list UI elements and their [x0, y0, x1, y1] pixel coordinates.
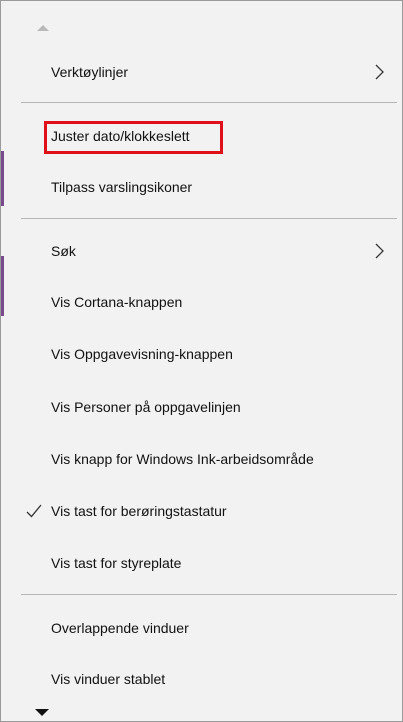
highlight-box [44, 121, 223, 154]
menu-item-show-windows-stacked[interactable]: Vis vinduer stablet [1, 659, 402, 699]
taskbar-context-menu: Verktøylinjer Juster dato/klokkeslett Ti… [0, 0, 403, 722]
menu-item-label: Vis tast for berøringstastatur [51, 503, 227, 519]
menu-item-label: Vis tast for styreplate [51, 555, 182, 571]
menu-item-customize-notification-icons[interactable]: Tilpass varslingsikoner [1, 167, 402, 207]
menu-item-label: Verktøylinjer [51, 64, 129, 80]
menu-item-show-people-on-taskbar[interactable]: Vis Personer på oppgavelinjen [1, 387, 402, 427]
menu-item-show-touchpad-button[interactable]: Vis tast for styreplate [1, 543, 402, 583]
chevron-right-icon [375, 64, 384, 80]
menu-item-label: Tilpass varslingsikoner [51, 179, 193, 195]
checkmark-icon [26, 504, 42, 518]
scroll-down-arrow-icon[interactable] [35, 709, 49, 716]
menu-item-label: Vis Oppgavevisning-knappen [51, 346, 233, 362]
menu-item-show-windows-ink-button[interactable]: Vis knapp for Windows Ink-arbeidsområde [1, 439, 402, 479]
menu-item-label: Vis Cortana-knappen [51, 294, 183, 310]
menu-item-show-touch-keyboard-button[interactable]: Vis tast for berøringstastatur [1, 491, 402, 531]
menu-item-search[interactable]: Søk [1, 231, 402, 271]
menu-item-show-cortana-button[interactable]: Vis Cortana-knappen [1, 282, 402, 322]
menu-item-label: Vis vinduer stablet [51, 671, 166, 687]
scroll-up-arrow-icon[interactable] [37, 25, 49, 31]
menu-item-label: Vis Personer på oppgavelinjen [51, 399, 241, 415]
menu-item-label: Vis knapp for Windows Ink-arbeidsområde [51, 451, 314, 467]
menu-separator [21, 218, 397, 219]
menu-separator [21, 102, 397, 103]
menu-item-label: Søk [51, 243, 76, 259]
menu-item-toolbars[interactable]: Verktøylinjer [1, 52, 402, 92]
chevron-right-icon [375, 243, 384, 259]
menu-item-cascade-windows[interactable]: Overlappende vinduer [1, 608, 402, 648]
menu-item-label: Overlappende vinduer [51, 620, 189, 636]
menu-separator [21, 594, 397, 595]
menu-item-show-task-view-button[interactable]: Vis Oppgavevisning-knappen [1, 334, 402, 374]
